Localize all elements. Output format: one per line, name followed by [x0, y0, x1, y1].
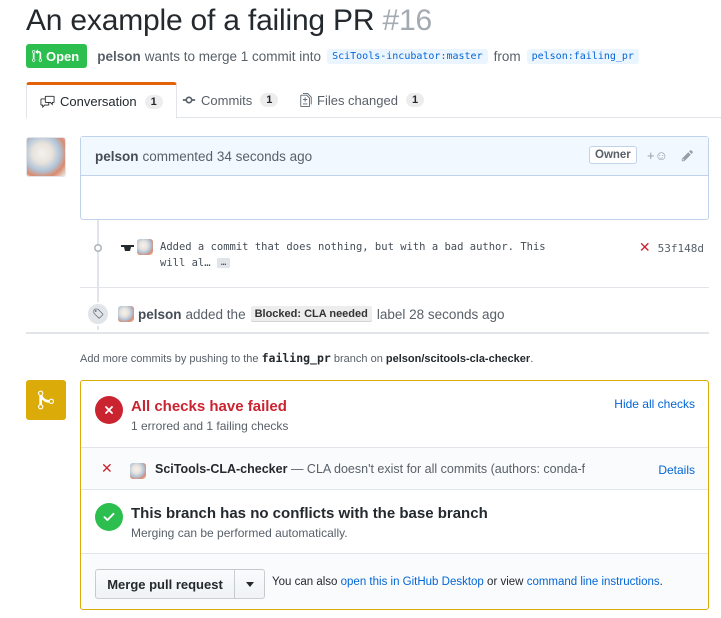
merge-text: wants to merge 1 commit into [144, 48, 322, 64]
conflict-title: This branch has no conflicts with the ba… [131, 505, 488, 522]
hide-checks-link[interactable]: Hide all checks [614, 397, 695, 411]
label-actor[interactable]: pelson [138, 307, 182, 322]
comment-discussion-icon [40, 95, 55, 108]
tab-nav: Conversation 1 Commits 1 Files changed 1 [26, 82, 721, 119]
x-icon [95, 396, 123, 424]
tab-commits[interactable]: Commits 1 [182, 82, 279, 118]
comment-action: commented [142, 148, 214, 164]
pr-number: #16 [382, 4, 432, 37]
tab-commits-label: Commits [201, 92, 253, 108]
commit-avatar[interactable] [137, 239, 153, 255]
state-label: Open [46, 48, 80, 64]
tab-files-changed[interactable]: Files changed 1 [300, 82, 425, 118]
commit-message[interactable]: Added a commit that does nothing, but wi… [160, 239, 560, 271]
check-details-link[interactable]: Details [658, 463, 695, 477]
timeline-divider [26, 332, 709, 334]
pr-title-text: An example of a failing PR [26, 4, 375, 37]
pr-meta: Open pelson wants to merge 1 commit into… [26, 44, 645, 68]
comment-author[interactable]: pelson [95, 149, 139, 164]
expand-message-button[interactable]: … [216, 258, 231, 268]
pencil-icon[interactable] [681, 149, 694, 162]
merge-footer-text: You can also open this in GitHub Desktop… [272, 576, 663, 588]
comment-time[interactable]: 34 seconds ago [217, 149, 312, 164]
add-reaction-icon[interactable]: +☺ [647, 148, 668, 163]
commit-row: Added a commit that does nothing, but wi… [80, 236, 709, 276]
tab-files-count: 1 [405, 93, 425, 107]
checks-title: All checks have failed [131, 398, 287, 415]
commit-sha: ✕ 53f148d [639, 240, 704, 256]
check-text: SciTools-CLA-checker — CLA doesn't exist… [155, 462, 585, 476]
conflict-subtitle: Merging can be performed automatically. [131, 526, 348, 540]
hint-branch: failing_pr [261, 351, 331, 365]
label-event: pelson added the Blocked: CLA needed lab… [86, 302, 504, 326]
x-icon: ✕ [101, 460, 113, 476]
tab-files-label: Files changed [317, 92, 398, 108]
owner-badge: Owner [589, 146, 637, 164]
avatar[interactable] [26, 137, 66, 177]
x-icon[interactable]: ✕ [639, 240, 651, 256]
base-branch[interactable]: SciTools-incubator:master [327, 48, 488, 64]
checks-subtitle: 1 errored and 1 failing checks [131, 419, 289, 433]
git-commit-icon [182, 96, 196, 104]
merge-footer: Merge pull request You can also open thi… [81, 553, 708, 609]
checks-summary: All checks have failed 1 errored and 1 f… [81, 381, 708, 447]
head-branch[interactable]: pelson:failing_pr [526, 48, 639, 64]
label-actor-avatar[interactable] [118, 306, 134, 322]
foot-mid: or view [487, 576, 524, 588]
merge-method-dropdown[interactable] [235, 570, 264, 598]
foot-prefix: You can also [272, 576, 338, 588]
git-merge-icon [26, 380, 66, 420]
pr-title: An example of a failing PR #16 [26, 4, 432, 38]
merge-box: All checks have failed 1 errored and 1 f… [80, 380, 709, 610]
command-line-link[interactable]: command line instructions [527, 576, 660, 588]
push-hint: Add more commits by pushing to the faili… [80, 351, 533, 365]
triangle-down-icon [245, 581, 254, 587]
git-pull-request-icon [32, 49, 42, 62]
check-avatar [130, 463, 146, 479]
open-desktop-link[interactable]: open this in GitHub Desktop [341, 576, 484, 588]
label-time[interactable]: 28 seconds ago [409, 307, 504, 322]
check-icon [95, 503, 123, 531]
tab-conversation[interactable]: Conversation 1 [26, 82, 177, 119]
hint-prefix: Add more commits by pushing to the [80, 353, 259, 365]
check-description: — CLA doesn't exist for all commits (aut… [290, 462, 585, 476]
merge-button-group: Merge pull request [95, 569, 265, 599]
hint-suffix: . [530, 353, 534, 365]
comment-box: pelson commented 34 seconds ago Owner +☺ [80, 136, 709, 220]
git-commit-icon [93, 243, 103, 253]
merge-pull-request-button[interactable]: Merge pull request [96, 570, 235, 598]
label-action: added the [185, 306, 246, 322]
foot-suffix: . [659, 576, 663, 588]
tab-conversation-count: 1 [144, 94, 163, 109]
unverified-author-icon [121, 245, 134, 251]
tab-conversation-label: Conversation [60, 94, 137, 109]
divider [80, 287, 709, 288]
hint-repo: pelson/scitools-cla-checker [385, 353, 531, 365]
label-badge[interactable]: Blocked: CLA needed [250, 306, 372, 322]
tab-commits-count: 1 [260, 93, 279, 107]
from-text: from [493, 48, 521, 64]
hint-middle: branch on [333, 353, 383, 365]
check-name: SciTools-CLA-checker [155, 462, 288, 476]
tag-icon [86, 302, 110, 326]
state-badge: Open [26, 44, 88, 68]
commit-sha-link[interactable]: 53f148d [658, 242, 704, 255]
label-suffix: label [376, 306, 406, 322]
pr-author-link[interactable]: pelson [97, 49, 141, 64]
file-diff-icon [300, 93, 312, 107]
commit-author-icons [120, 239, 153, 255]
check-row: ✕ SciTools-CLA-checker — CLA doesn't exi… [81, 447, 708, 490]
